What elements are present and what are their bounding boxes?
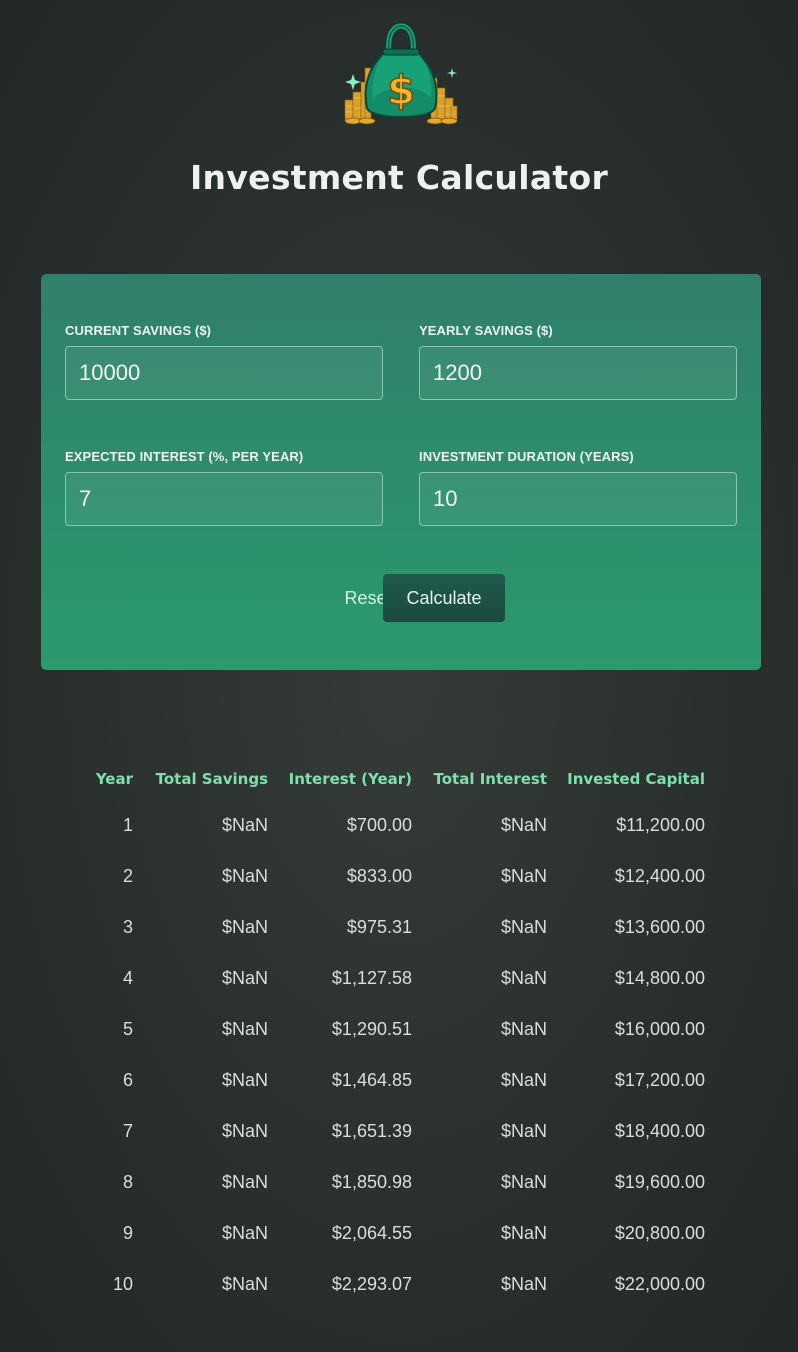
cell-invested-capital: $16,000.00	[614, 1019, 705, 1039]
column-header-total-savings: Total Savings	[155, 770, 268, 788]
cell-interest-year: $2,293.07	[331, 1274, 412, 1294]
cell-year: 5	[122, 1019, 133, 1039]
column-header-year: Year	[95, 770, 133, 788]
cell-year: 10	[112, 1274, 133, 1294]
cell-total-savings: $NaN	[221, 1274, 268, 1294]
cell-year: 7	[122, 1121, 133, 1141]
cell-interest-year: $833.00	[346, 866, 412, 886]
cell-total-interest: $NaN	[500, 1172, 547, 1192]
current-savings-label: CURRENT SAVINGS ($)	[65, 323, 212, 338]
svg-text:$: $	[387, 68, 415, 114]
column-header-interest-year: Interest (Year)	[288, 770, 412, 788]
table-header-row: Year Total Savings Interest (Year) Total…	[84, 758, 705, 800]
cell-total-interest: $NaN	[500, 1274, 547, 1294]
cell-invested-capital: $12,400.00	[614, 866, 705, 886]
table-row: 8 $NaN $1,850.98 $NaN $19,600.00	[84, 1157, 705, 1208]
expected-interest-label: EXPECTED INTEREST (%, PER YEAR)	[65, 449, 304, 464]
page-title: Investment Calculator	[189, 158, 609, 197]
table-row: 1 $NaN $700.00 $NaN $11,200.00	[84, 800, 705, 851]
cell-year: 4	[122, 968, 133, 988]
cell-year: 6	[122, 1070, 133, 1090]
cell-total-interest: $NaN	[500, 815, 547, 835]
cell-interest-year: $975.31	[346, 917, 412, 937]
cell-total-interest: $NaN	[500, 866, 547, 886]
cell-total-savings: $NaN	[221, 866, 268, 886]
cell-year: 1	[122, 815, 133, 835]
table-row: 2 $NaN $833.00 $NaN $12,400.00	[84, 851, 705, 902]
expected-interest-input[interactable]	[65, 472, 383, 526]
investment-duration-label: INVESTMENT DURATION (YEARS)	[419, 449, 634, 464]
calculate-button[interactable]: Calculate	[383, 574, 505, 622]
cell-total-interest: $NaN	[500, 1019, 547, 1039]
cell-interest-year: $1,651.39	[331, 1121, 412, 1141]
cell-interest-year: $2,064.55	[331, 1223, 412, 1243]
cell-total-savings: $NaN	[221, 1019, 268, 1039]
table-row: 7 $NaN $1,651.39 $NaN $18,400.00	[84, 1106, 705, 1157]
table-row: 9 $NaN $2,064.55 $NaN $20,800.00	[84, 1208, 705, 1259]
cell-total-savings: $NaN	[221, 1070, 268, 1090]
table-row: 4 $NaN $1,127.58 $NaN $14,800.00	[84, 953, 705, 1004]
cell-total-interest: $NaN	[500, 968, 547, 988]
cell-interest-year: $1,850.98	[331, 1172, 412, 1192]
cell-total-savings: $NaN	[221, 968, 268, 988]
cell-invested-capital: $14,800.00	[614, 968, 705, 988]
column-header-total-interest: Total Interest	[433, 770, 547, 788]
cell-invested-capital: $11,200.00	[616, 815, 705, 835]
table-row: 5 $NaN $1,290.51 $NaN $16,000.00	[84, 1004, 705, 1055]
cell-year: 3	[122, 917, 133, 937]
column-header-invested-capital: Invested Capital	[567, 770, 705, 788]
cell-total-savings: $NaN	[221, 815, 268, 835]
results-table: Year Total Savings Interest (Year) Total…	[84, 758, 705, 1310]
cell-total-savings: $NaN	[221, 917, 268, 937]
investment-form: CURRENT SAVINGS ($) YEARLY SAVINGS ($) E…	[41, 274, 761, 670]
cell-year: 2	[122, 866, 133, 886]
cell-invested-capital: $13,600.00	[614, 917, 705, 937]
cell-total-savings: $NaN	[221, 1223, 268, 1243]
cell-total-interest: $NaN	[500, 1070, 547, 1090]
table-row: 10 $NaN $2,293.07 $NaN $22,000.00	[84, 1259, 705, 1310]
cell-interest-year: $700.00	[346, 815, 412, 835]
cell-invested-capital: $18,400.00	[614, 1121, 705, 1141]
cell-total-savings: $NaN	[221, 1121, 268, 1141]
cell-total-interest: $NaN	[500, 1121, 547, 1141]
cell-invested-capital: $20,800.00	[614, 1223, 705, 1243]
yearly-savings-input[interactable]	[419, 346, 737, 400]
cell-total-interest: $NaN	[500, 917, 547, 937]
cell-year: 8	[122, 1172, 133, 1192]
cell-invested-capital: $19,600.00	[614, 1172, 705, 1192]
cell-total-savings: $NaN	[221, 1172, 268, 1192]
cell-invested-capital: $22,000.00	[614, 1274, 705, 1294]
money-bag-logo-icon: $	[344, 23, 458, 125]
cell-interest-year: $1,290.51	[331, 1019, 412, 1039]
current-savings-input[interactable]	[65, 346, 383, 400]
investment-duration-input[interactable]	[419, 472, 737, 526]
cell-interest-year: $1,464.85	[331, 1070, 412, 1090]
cell-year: 9	[122, 1223, 133, 1243]
cell-invested-capital: $17,200.00	[614, 1070, 705, 1090]
cell-total-interest: $NaN	[500, 1223, 547, 1243]
table-row: 6 $NaN $1,464.85 $NaN $17,200.00	[84, 1055, 705, 1106]
table-row: 3 $NaN $975.31 $NaN $13,600.00	[84, 902, 705, 953]
cell-interest-year: $1,127.58	[331, 968, 412, 988]
yearly-savings-label: YEARLY SAVINGS ($)	[419, 323, 553, 338]
